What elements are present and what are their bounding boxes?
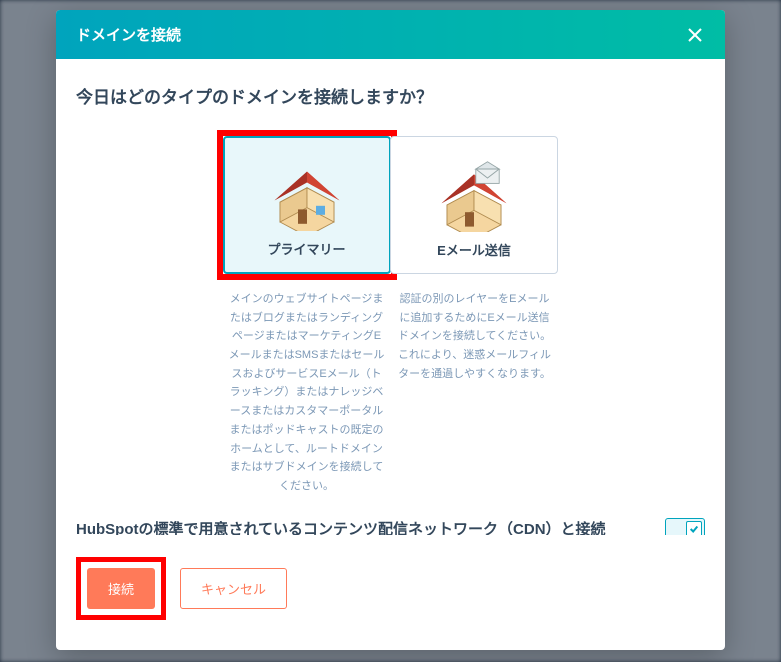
card-email-sending[interactable]: Eメール送信 [390, 136, 558, 274]
card-email-label: Eメール送信 [437, 240, 511, 259]
connect-domain-modal: ドメインを接続 今日はどのタイプのドメインを接続しますか？ [56, 10, 725, 650]
card-primary[interactable]: プライマリー [223, 136, 391, 274]
domain-type-cards: プライマリー メインのウェブサイトページまたはブログまたはランディングページまた… [76, 130, 705, 496]
connect-button[interactable]: 接続 [87, 568, 155, 609]
modal-header: ドメインを接続 [56, 10, 725, 59]
cdn-row: HubSpotの標準で用意されているコンテンツ配信ネットワーク（CDN）と接続 [76, 518, 705, 535]
card-email-desc: 認証の別のレイヤーをEメールに追加するためにEメール送信ドメインを接続してくださ… [391, 280, 559, 383]
house-mail-icon [429, 160, 519, 232]
cdn-title: HubSpotの標準で用意されているコンテンツ配信ネットワーク（CDN）と接続 [76, 518, 606, 535]
modal-footer: 接続 キャンセル [56, 535, 725, 650]
button-row: 接続 キャンセル [76, 557, 705, 620]
card-column-email: Eメール送信 認証の別のレイヤーをEメールに追加するためにEメール送信ドメインを… [391, 130, 559, 496]
house-icon [262, 159, 352, 231]
close-icon[interactable] [685, 25, 705, 45]
highlight-primary-card: プライマリー [217, 130, 397, 280]
modal-title: ドメインを接続 [76, 24, 181, 45]
card-primary-label: プライマリー [267, 239, 345, 258]
domain-type-question: 今日はどのタイプのドメインを接続しますか？ [76, 83, 705, 108]
cdn-section: HubSpotの標準で用意されているコンテンツ配信ネットワーク（CDN）と接続 … [76, 504, 705, 535]
check-icon [686, 521, 702, 535]
modal-body: 今日はどのタイプのドメインを接続しますか？ [56, 59, 725, 535]
highlight-connect-button: 接続 [76, 557, 166, 620]
cdn-toggle[interactable] [665, 518, 705, 535]
card-primary-desc: メインのウェブサイトページまたはブログまたはランディングページまたはマーケティン… [223, 280, 391, 496]
card-column-primary: プライマリー メインのウェブサイトページまたはブログまたはランディングページまた… [223, 130, 391, 496]
cancel-button[interactable]: キャンセル [180, 568, 287, 609]
